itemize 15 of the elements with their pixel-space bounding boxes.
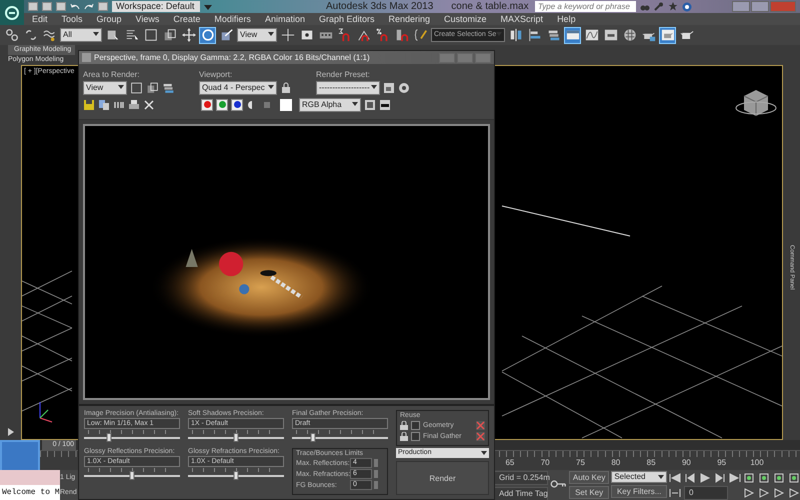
app-title: Autodesk 3ds Max 2013 bbox=[326, 1, 434, 12]
frame-label: 95 bbox=[717, 458, 726, 467]
frame-label: 65 bbox=[505, 458, 514, 467]
window-title: Perspective, frame 0, Display Gamma: 2.2, RGBA Color 16 Bits/Channel (1:1) bbox=[94, 53, 370, 62]
frame-label: 70 bbox=[540, 458, 550, 467]
grid-size-field: Grid = 0.254m bbox=[494, 471, 548, 485]
file-name: cone & table.max bbox=[451, 1, 529, 12]
frame-label: 75 bbox=[576, 458, 585, 467]
frame-label: 85 bbox=[646, 458, 656, 467]
frame-label: 80 bbox=[611, 458, 620, 467]
viewport-label: Viewport: bbox=[199, 70, 234, 79]
render-preset-label: Render Preset: bbox=[316, 70, 371, 79]
frame-label: 100 bbox=[750, 458, 764, 467]
frame-label: 90 bbox=[682, 458, 691, 467]
area-to-render-label: Area to Render: bbox=[83, 70, 140, 79]
